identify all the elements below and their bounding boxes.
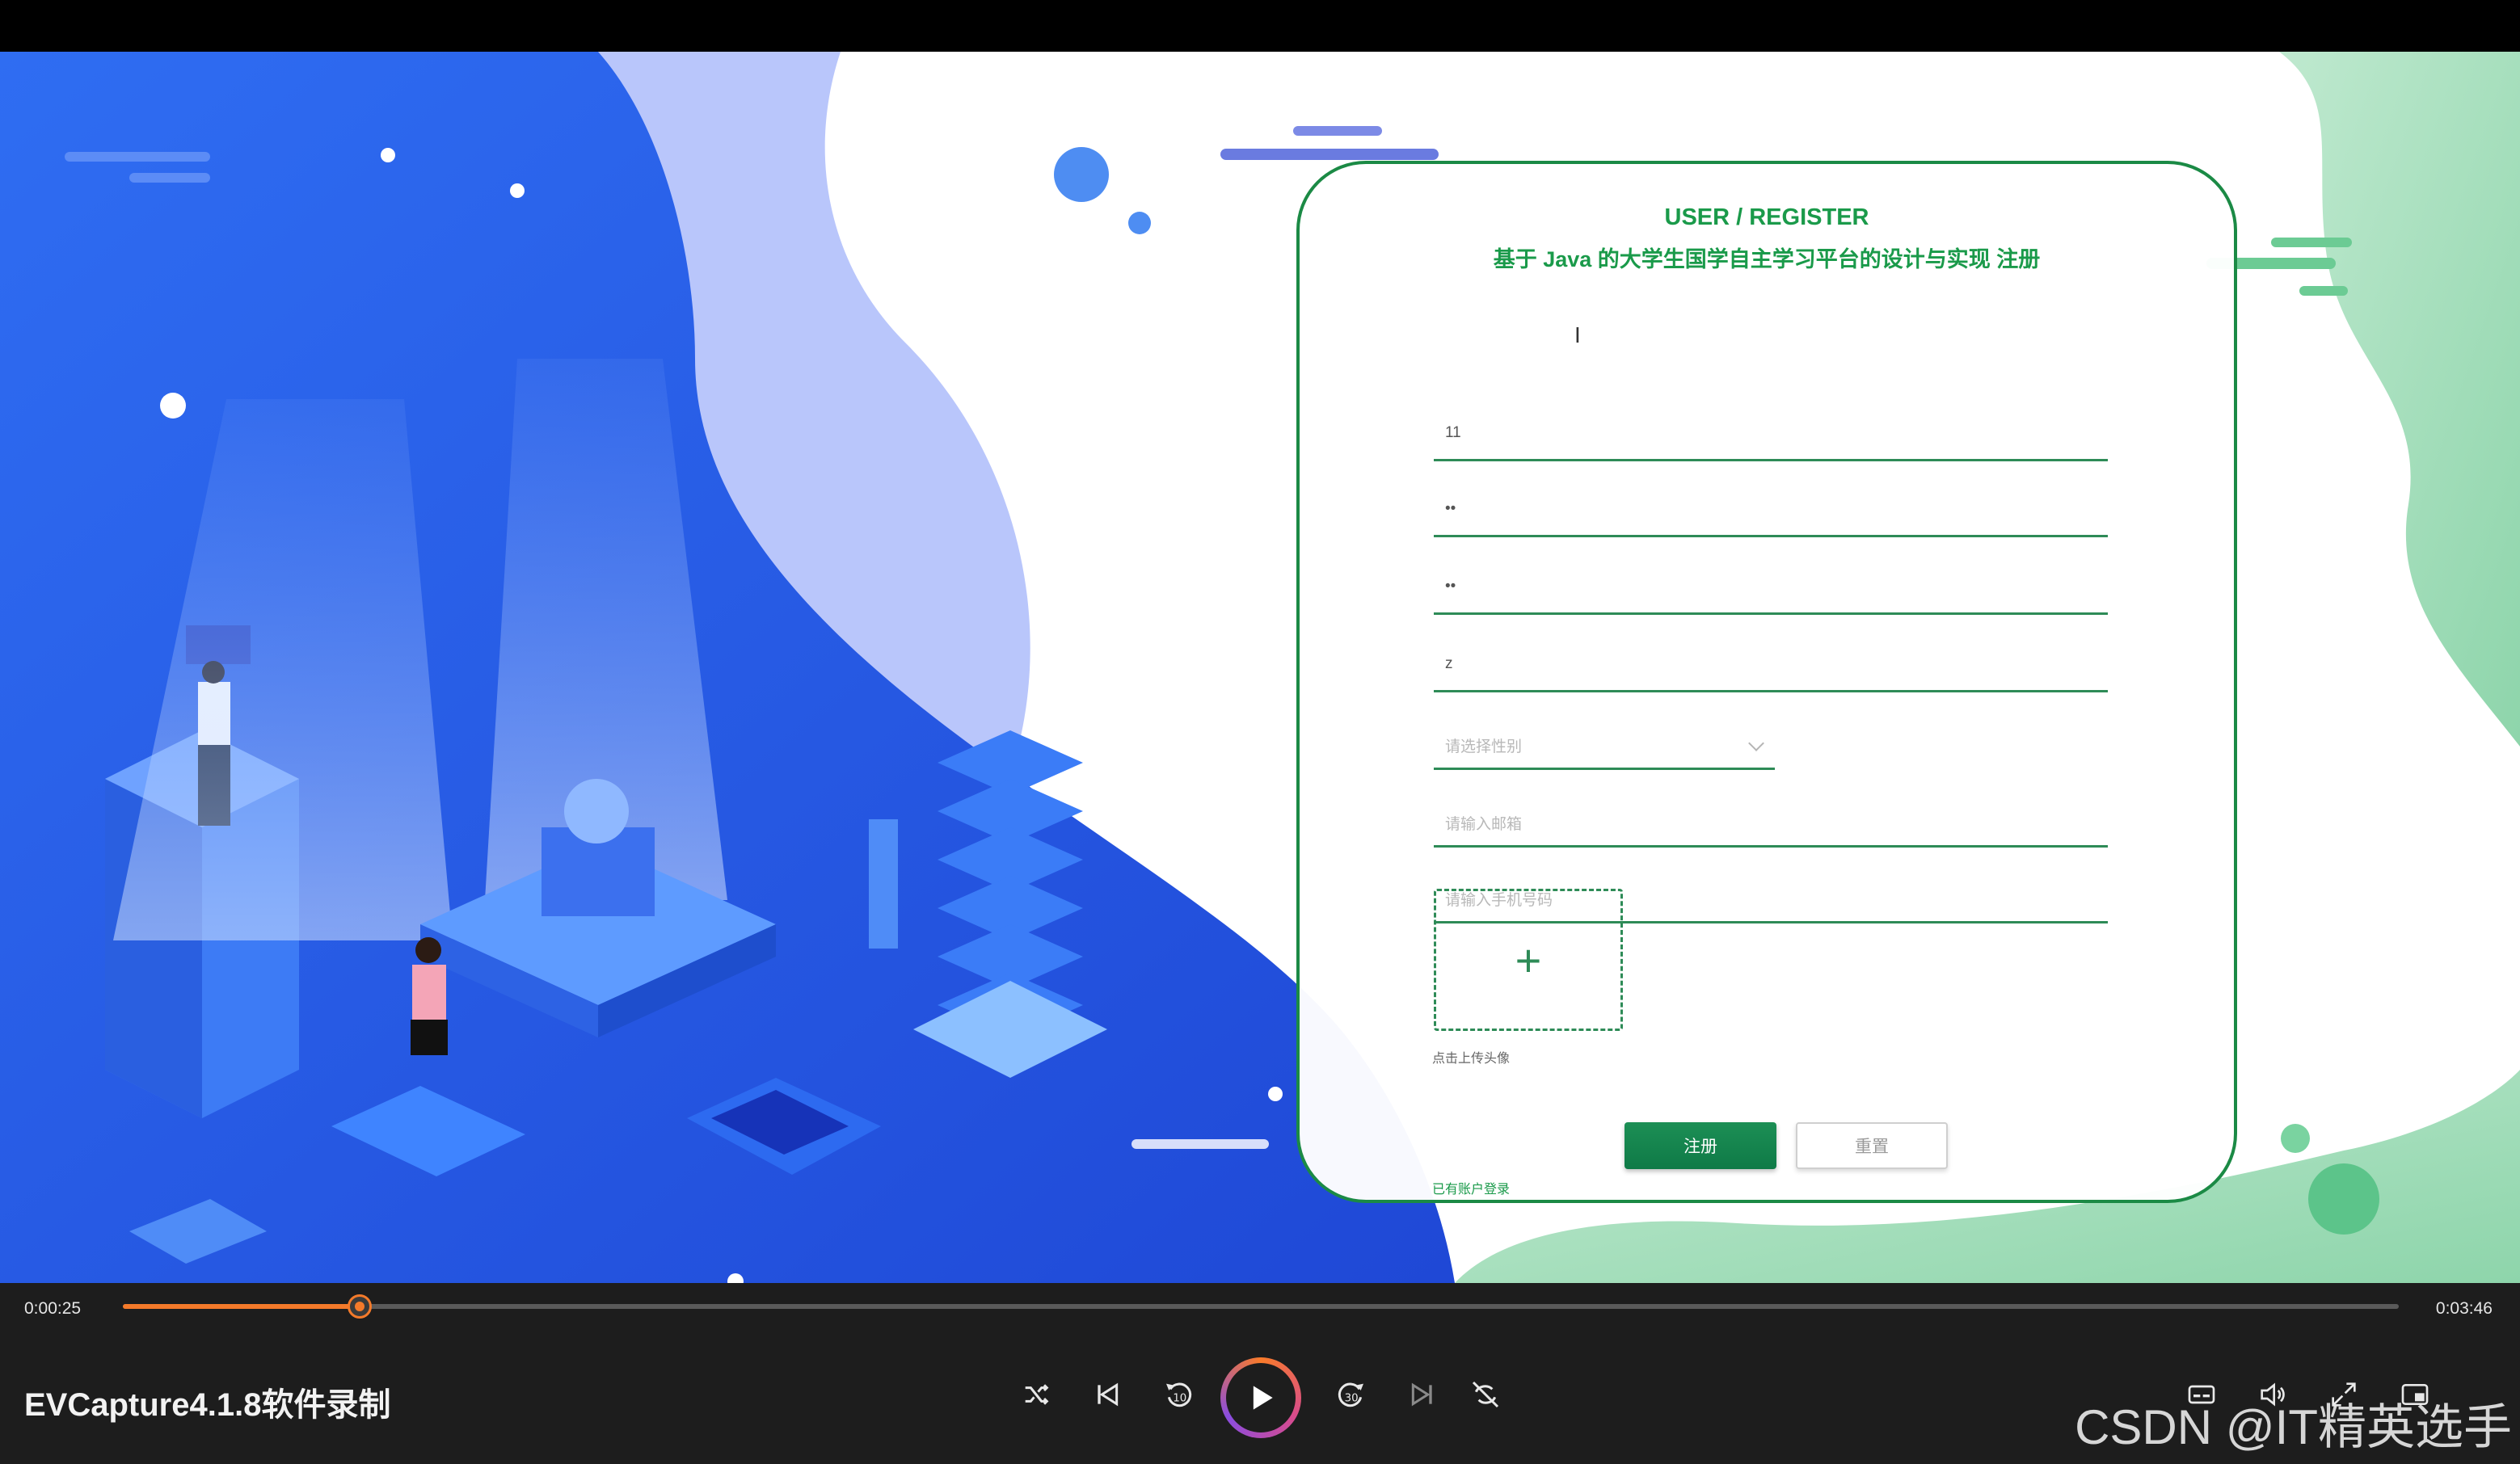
skip-previous-icon[interactable]	[1083, 1370, 1131, 1419]
password-input[interactable]: ••	[1434, 490, 2108, 537]
chevron-down-icon	[1748, 735, 1764, 751]
upload-hint: 点击上传头像	[1432, 1052, 1511, 1066]
app-name: EVCapture4.1.8软件录制	[24, 1387, 391, 1423]
svg-text:10: 10	[1173, 1392, 1186, 1404]
password-value: ••	[1445, 500, 1456, 517]
card-title: USER / REGISTER	[1664, 204, 1869, 230]
avatar-upload[interactable]: +	[1434, 889, 1623, 1031]
skip-next-icon[interactable]	[1398, 1370, 1447, 1419]
login-link[interactable]: 已有账户登录	[1432, 1178, 1510, 1197]
forward-30-icon[interactable]: 30	[1327, 1370, 1376, 1419]
name-input[interactable]: z	[1434, 646, 2108, 692]
shuffle-icon[interactable]	[1012, 1370, 1060, 1419]
confirm-password-input[interactable]: ••	[1434, 568, 2108, 615]
video-frame: USER / REGISTER 基于 Java 的大学生国学自主学习平台的设计与…	[0, 52, 2520, 1283]
reset-button[interactable]: 重置	[1796, 1122, 1948, 1169]
confirm-password-value: ••	[1445, 578, 1456, 595]
card-subtitle: 基于 Java 的大学生国学自主学习平台的设计与实现 注册	[1493, 247, 2041, 271]
email-input[interactable]: 请输入邮箱	[1434, 801, 2108, 848]
repeat-off-icon[interactable]	[1461, 1370, 1510, 1419]
seek-bar[interactable]	[123, 1294, 2399, 1319]
play-icon	[1253, 1386, 1273, 1410]
email-placeholder: 请输入邮箱	[1445, 816, 1523, 833]
seek-handle[interactable]	[347, 1294, 372, 1319]
current-time: 0:00:25	[24, 1299, 82, 1318]
svg-text:30: 30	[1345, 1392, 1359, 1404]
gender-placeholder: 请选择性别	[1445, 738, 1523, 755]
text-cursor-icon: I	[1574, 322, 1581, 347]
username-input[interactable]: 11	[1434, 414, 2108, 461]
register-card: USER / REGISTER 基于 Java 的大学生国学自主学习平台的设计与…	[1296, 161, 2237, 1203]
gender-select[interactable]: 请选择性别	[1434, 723, 1775, 770]
name-value: z	[1445, 655, 1453, 672]
plus-icon: +	[1515, 934, 1542, 986]
rewind-10-icon[interactable]: 10	[1154, 1370, 1203, 1419]
seek-bar-progress	[123, 1304, 360, 1309]
register-button[interactable]: 注册	[1625, 1122, 1776, 1169]
watermark: CSDN @IT精英选手	[2075, 1400, 2512, 1454]
username-value: 11	[1445, 424, 1461, 441]
total-time: 0:03:46	[2435, 1299, 2493, 1318]
video-player-bar: 0:00:25 0:03:46 EVCapture4.1.8软件录制 10 30…	[0, 1283, 2520, 1464]
play-button[interactable]	[1220, 1357, 1301, 1438]
